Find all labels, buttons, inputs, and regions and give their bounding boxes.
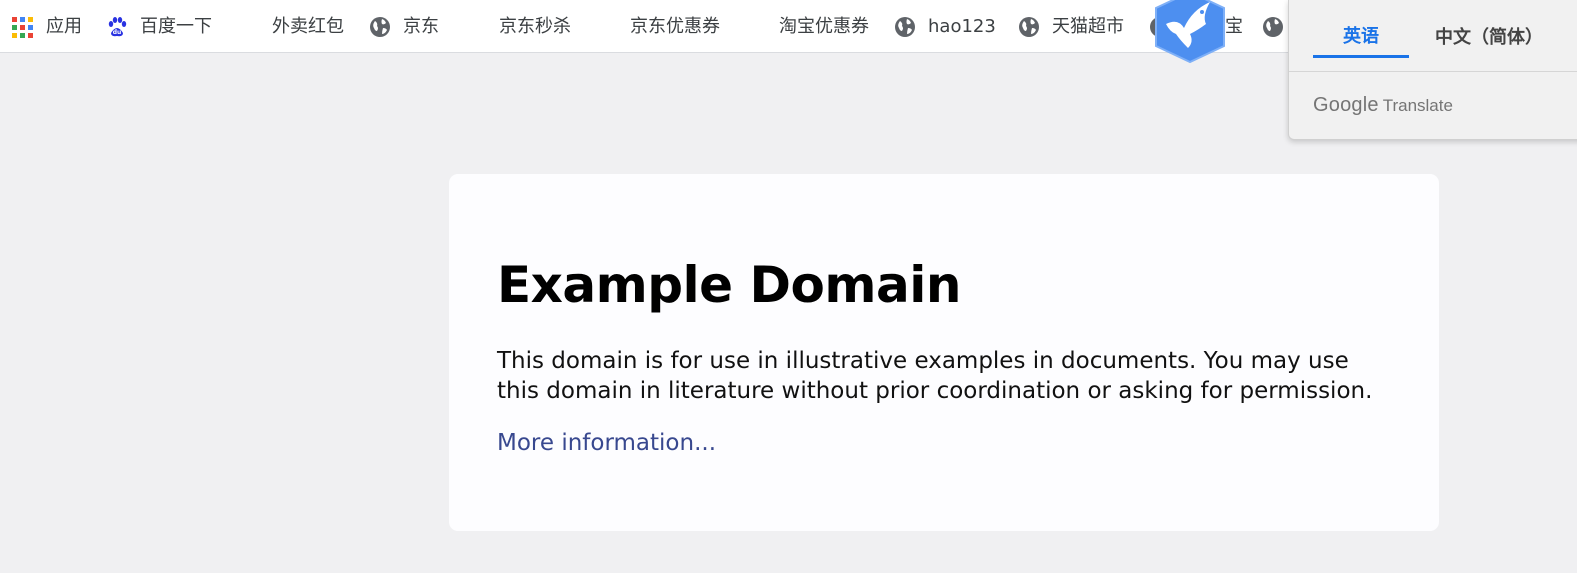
bookmark-jd-coupon[interactable]: 京东优惠券	[630, 10, 720, 44]
bookmark-label: 应用	[46, 16, 82, 37]
bookmark-label: 京东	[403, 16, 439, 37]
google-translate-logo: Google Translate	[1313, 94, 1453, 117]
bookmark-label: 京东优惠券	[630, 16, 720, 37]
more-information-link[interactable]: More information...	[497, 428, 1391, 458]
bookmark-label: 外卖红包	[272, 16, 344, 37]
globe-icon	[894, 16, 916, 38]
globe-icon	[1018, 16, 1040, 38]
bookmark-baidu[interactable]: du 百度一下	[106, 10, 212, 44]
bookmark-label: 京东秒杀	[499, 16, 571, 37]
globe-icon	[369, 16, 391, 38]
popup-divider	[1289, 71, 1577, 72]
bookmark-label: 百度一下	[140, 16, 212, 37]
baidu-paw-icon: du	[106, 16, 128, 38]
bookmark-label: hao123	[928, 16, 996, 37]
bookmark-waimai-hongbao[interactable]: 外卖红包	[272, 10, 344, 44]
brand-translate: Translate	[1382, 96, 1453, 115]
brand-google: Google	[1313, 94, 1379, 116]
bookmark-jd[interactable]: 京东	[369, 10, 439, 44]
bookmark-label: 淘宝优惠券	[779, 16, 869, 37]
page-description: This domain is for use in illustrative e…	[497, 348, 1373, 404]
tab-target-language[interactable]: 中文（简体）	[1429, 14, 1549, 58]
tab-source-language[interactable]: 英语	[1313, 14, 1409, 58]
bookmark-jd-miaosha[interactable]: 京东秒杀	[499, 10, 571, 44]
apps-grid-icon	[12, 16, 33, 38]
globe-icon	[1262, 16, 1284, 38]
bookmark-hao123[interactable]: hao123	[894, 10, 996, 44]
translate-popup: 英语 中文（简体） Google Translate	[1288, 0, 1577, 140]
content-card: Example Domain This domain is for use in…	[449, 174, 1439, 531]
translate-extension-icon[interactable]	[1150, 0, 1230, 64]
bookmark-apps[interactable]: 应用	[12, 10, 82, 44]
bookmark-label: 天猫超市	[1052, 16, 1124, 37]
page-title: Example Domain	[497, 256, 961, 314]
bookmark-tmall-supermarket[interactable]: 天猫超市	[1018, 10, 1124, 44]
bookmark-taobao-coupon[interactable]: 淘宝优惠券	[779, 10, 869, 44]
svg-text:du: du	[113, 29, 122, 36]
